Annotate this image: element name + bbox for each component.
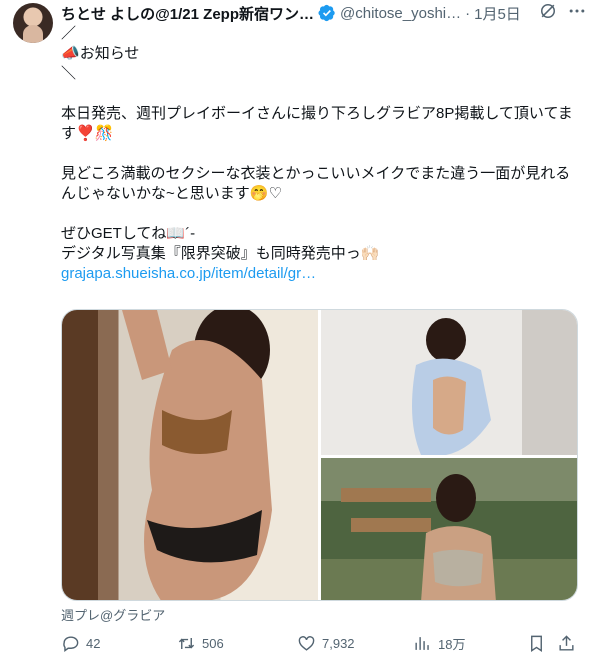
like-button[interactable]: 7,932 [297, 634, 355, 653]
bookmark-icon [531, 635, 542, 652]
media-grid [61, 309, 578, 601]
photo-1[interactable] [62, 310, 318, 600]
share-icon [559, 635, 574, 651]
text-line: す❣️🎊 [61, 125, 114, 142]
tweet-text: ／ 📣お知らせ ＼ 本日発売、週刊プレイボーイさんに撮り下ろしグラビア8P掲載し… [61, 24, 581, 284]
photo-3[interactable] [321, 458, 577, 600]
reply-count: 42 [86, 636, 101, 651]
views-icon [415, 637, 429, 650]
tweet-header: ちとせ よしの@1/21 Zepp新宿ワン… @chitose_yoshi… ·… [61, 2, 586, 24]
display-name[interactable]: ちとせ よしの@1/21 Zepp新宿ワン… [61, 3, 314, 24]
text-line: んじゃないかな~と思います🤭♡ [61, 185, 282, 202]
bookmark-button[interactable] [527, 634, 546, 653]
photo-2[interactable] [321, 310, 577, 455]
verified-badge-icon [318, 4, 335, 22]
avatar[interactable] [13, 3, 53, 43]
text-line: 📣お知らせ [61, 45, 140, 62]
view-count: 18万 [438, 637, 466, 652]
text-line: デジタル写真集『限界突破』も同時発売中っ🙌🏻 [61, 245, 380, 262]
reply-button[interactable]: 42 [61, 634, 100, 653]
more-icon[interactable] [567, 1, 587, 21]
shy-face-icon: 🤭♡ [249, 185, 282, 202]
retweet-button[interactable]: 506 [177, 634, 224, 653]
timestamp[interactable]: 1月5日 [474, 3, 521, 24]
heart-exclamation-icon: ❣️🎊 [76, 125, 114, 142]
megaphone-icon: 📣 [61, 45, 80, 62]
share-button[interactable] [557, 634, 576, 653]
reply-icon [63, 636, 79, 653]
text-line: ぜひGETしてね📖´- [61, 225, 196, 242]
photo-figure [341, 474, 496, 600]
text-line: ＼ [61, 65, 77, 82]
book-icon: 📖 [166, 225, 186, 242]
retweet-icon [178, 637, 195, 650]
like-icon [298, 636, 315, 651]
separator-dot: · [465, 4, 471, 22]
external-link[interactable]: grajapa.shueisha.co.jp/item/detail/gr… [61, 264, 581, 284]
user-handle[interactable]: @chitose_yoshi… [340, 5, 461, 22]
grok-icon[interactable] [538, 1, 558, 21]
text-line: 見どころ満載のセクシーな衣装とかっこいいメイクでまた違う一面が見れる [61, 165, 571, 182]
photo-figure [412, 318, 491, 455]
photo-figure [122, 310, 272, 600]
media-caption[interactable]: 週プレ@グラビア [61, 605, 165, 624]
views-button[interactable]: 18万 [413, 634, 465, 653]
text-line: 本日発売、週刊プレイボーイさんに撮り下ろしグラビア8P掲載して頂いてま [61, 105, 573, 122]
raised-hands-icon: 🙌🏻 [360, 245, 380, 262]
like-count: 7,932 [322, 636, 355, 651]
action-bar: 42 506 7,932 18万 [61, 632, 581, 656]
text-line: ／ [61, 25, 77, 42]
retweet-count: 506 [202, 636, 224, 651]
